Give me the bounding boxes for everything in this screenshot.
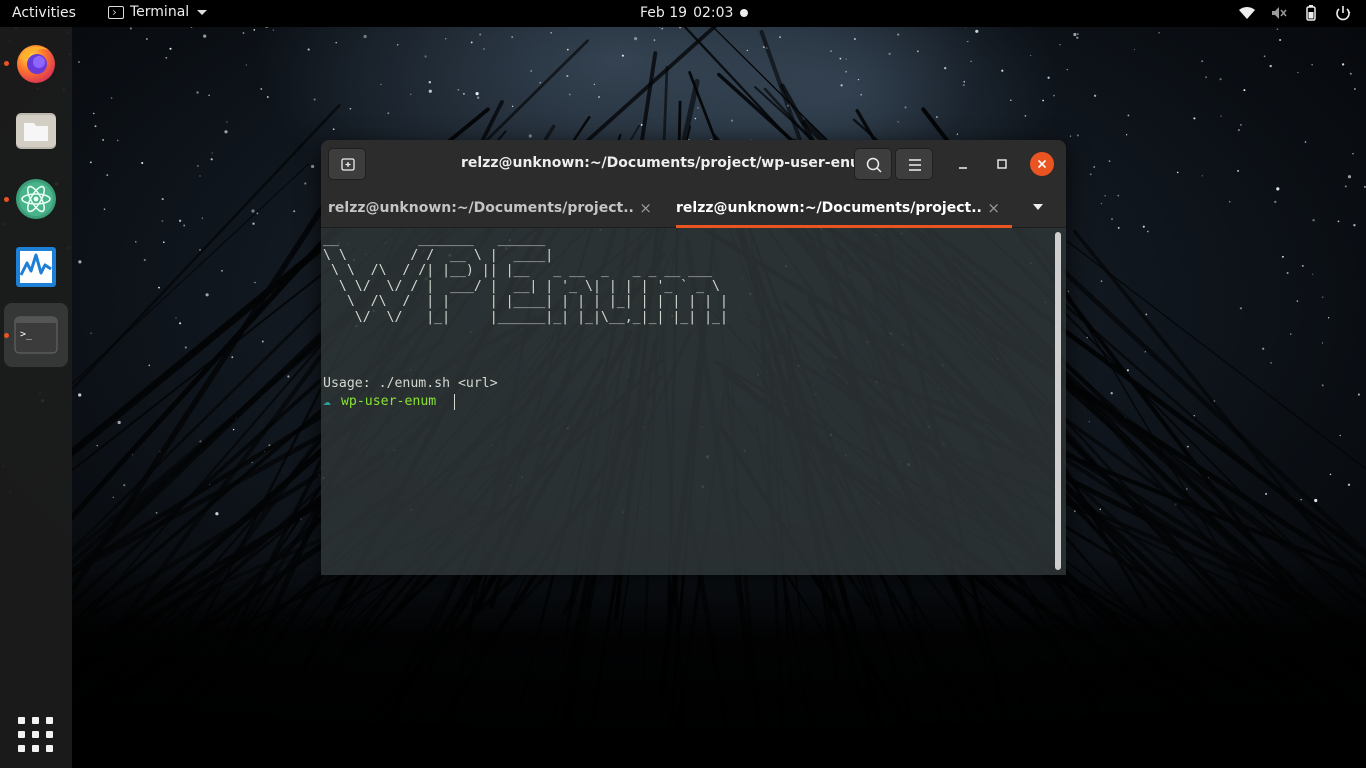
top-bar: Activities Terminal Feb 19 02:03 [0, 0, 1366, 27]
atom-icon [16, 179, 56, 219]
tab-close-icon[interactable]: × [987, 199, 1000, 217]
app-grid-icon [18, 745, 25, 752]
minimize-button[interactable] [951, 152, 975, 176]
wifi-icon [1239, 6, 1255, 19]
show-applications-button[interactable] [18, 717, 54, 753]
terminal-icon: >_ [14, 316, 58, 354]
clock-date: Feb 19 [640, 5, 688, 21]
app-grid-icon [46, 745, 53, 752]
dock-item-firefox[interactable] [4, 31, 68, 95]
dock-item-terminal[interactable]: >_ [4, 303, 68, 367]
new-tab-icon [341, 158, 355, 171]
tab-terminal-2[interactable]: relzz@unknown:~/Documents/project... × [676, 188, 1012, 228]
maximize-button[interactable] [990, 152, 1014, 176]
maximize-icon [997, 159, 1007, 169]
app-grid-icon [32, 731, 39, 738]
svg-text:>_: >_ [20, 329, 33, 340]
battery-icon [1306, 5, 1316, 21]
window-title: relzz@unknown:~/Documents/project/wp-use… [461, 155, 875, 171]
app-menu[interactable]: Terminal [108, 4, 208, 20]
running-indicator-atom [4, 197, 9, 202]
window-titlebar[interactable]: relzz@unknown:~/Documents/project/wp-use… [321, 140, 1066, 188]
search-icon [866, 157, 882, 173]
new-tab-button[interactable] [328, 148, 366, 180]
close-icon [1037, 159, 1047, 169]
tab-bar: relzz@unknown:~/Documents/project... × r… [321, 188, 1066, 228]
running-indicator-terminal [4, 333, 9, 338]
tab-close-icon[interactable]: × [639, 199, 652, 217]
tab-label: relzz@unknown:~/Documents/project... [328, 200, 634, 216]
volume-muted-icon [1272, 7, 1287, 19]
firefox-icon [17, 45, 55, 83]
text-cursor [454, 394, 456, 410]
app-grid-icon [46, 717, 53, 724]
terminal-app-icon [108, 5, 124, 19]
terminal-window: relzz@unknown:~/Documents/project/wp-use… [321, 140, 1066, 575]
clock[interactable]: Feb 19 02:03 [640, 5, 733, 21]
dock-item-files[interactable] [4, 99, 68, 163]
running-indicator-firefox [4, 61, 9, 66]
app-menu-label: Terminal [130, 4, 190, 20]
scrollbar[interactable] [1055, 232, 1061, 570]
clock-time: 02:03 [693, 5, 734, 21]
search-button[interactable] [854, 148, 892, 180]
tab-terminal-1[interactable]: relzz@unknown:~/Documents/project... × [328, 188, 664, 228]
close-button[interactable] [1030, 152, 1054, 176]
system-tray[interactable] [1238, 4, 1352, 22]
app-grid-icon [46, 731, 53, 738]
prompt-directory: wp-user-enum [340, 394, 437, 409]
dock-item-system-monitor[interactable] [4, 235, 68, 299]
hamburger-icon [909, 159, 921, 171]
dock-item-atom[interactable] [4, 167, 68, 231]
files-icon [16, 113, 56, 149]
dock: >_ [0, 27, 72, 768]
app-grid-icon [32, 717, 39, 724]
terminal-output[interactable]: __ _______ ______ \ \ / / __ \ | ____| \… [321, 228, 1066, 575]
ascii-banner: __ _______ ______ \ \ / / __ \ | ____| \… [323, 232, 728, 325]
app-grid-icon [18, 717, 25, 724]
tab-list-chevron-down-icon[interactable] [1033, 204, 1043, 210]
shell-prompt[interactable]: ☁ wp-user-enum [323, 394, 456, 410]
app-grid-icon [18, 731, 25, 738]
tab-label: relzz@unknown:~/Documents/project... [676, 200, 982, 216]
minimize-icon [959, 167, 967, 169]
system-monitor-icon [16, 247, 56, 287]
power-icon [1336, 6, 1351, 21]
usage-line: Usage: ./enum.sh <url> [323, 376, 498, 391]
app-grid-icon [32, 745, 39, 752]
chevron-down-icon [197, 9, 208, 15]
activities-button[interactable]: Activities [12, 5, 76, 21]
notification-dot-icon [740, 9, 748, 17]
hamburger-menu-button[interactable] [895, 148, 933, 180]
cloud-prompt-icon: ☁ [323, 394, 331, 409]
